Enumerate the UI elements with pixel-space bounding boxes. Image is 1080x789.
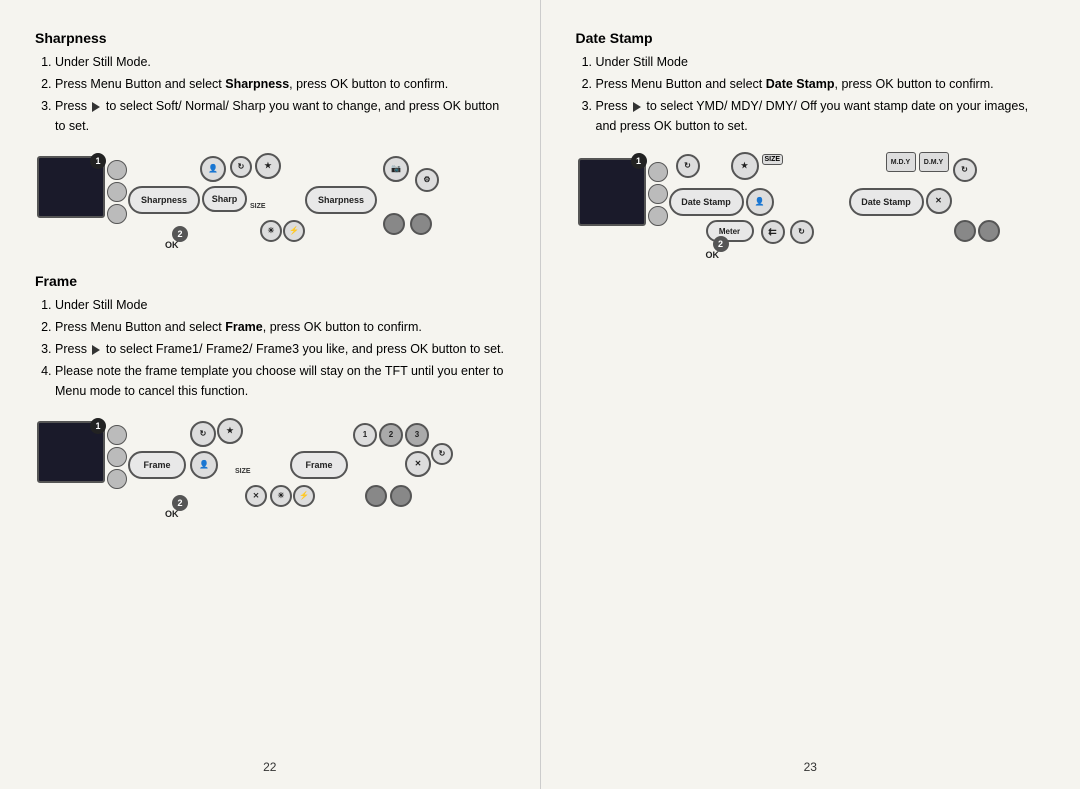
arrow-icon [92,102,100,112]
cam-icon-1 [107,160,127,180]
sun-icon: ☀ [260,220,282,242]
sharpness-title: Sharpness [35,30,505,46]
cam-icon-d3 [648,206,668,226]
x-icon-d: ✕ [926,188,952,214]
settings-icon: ⚙ [415,168,439,192]
star-icon: ★ [255,153,281,179]
date-step-1: Under Still Mode [596,52,1046,72]
date-stamp-diagram: 1 ↻ ★ SIZE Date Stamp 👤 Meter M.D.Y D.M. [576,148,1046,268]
cam-icon-3 [107,204,127,224]
size-label-1: SIZE [250,203,266,210]
rotate-icon-f: ↻ [190,421,216,447]
frame-section: Frame Under Still Mode Press Menu Button… [35,273,505,528]
meter-pill: Meter [706,220,754,242]
arrow-icon-d [633,102,641,112]
arrow-icon-d2: ⇇ [761,220,785,244]
frame-step-1: Under Still Mode [55,295,505,315]
arrow-icon-2 [92,345,100,355]
rotate-icon-d: ↻ [676,154,700,178]
person-icon-d: 👤 [746,188,774,216]
circle-d-1 [954,220,976,242]
flash-icon: ⚡ [283,220,305,242]
sun-icon-f: ☀ [270,485,292,507]
badge-d1: 1 [631,153,647,169]
ok-label-f: OK [165,509,179,519]
sharpness-step-3: Press to select Soft/ Normal/ Sharp you … [55,96,505,136]
frame-menu-pill-2: Frame [290,451,348,479]
sharpness-instructions: Under Still Mode. Press Menu Button and … [35,52,505,136]
date-step-2: Press Menu Button and select Date Stamp,… [596,74,1046,94]
frame-menu-pill: Frame [128,451,186,479]
cam-icon-f3 [107,469,127,489]
sharpness-menu-pill-2: Sharpness [305,186,377,214]
date-stamp-title: Date Stamp [576,30,1046,46]
badge-1: 1 [90,153,106,169]
dmy-badge: D.M.Y [919,152,949,172]
frame-diagram: 1 Frame ↻ ★ SIZE 👤 Frame 1 2 3 [35,413,505,528]
circle-f-1 [365,485,387,507]
frame1-icon: 1 [353,423,377,447]
sharpness-diagram: 1 Sharpness 👤 ↻ ★ Sharp SIZE Sharpness � [35,148,505,253]
star-icon-d: ★ [731,152,759,180]
mdy-badge: M.D.Y [886,152,916,172]
flash-icon-f: ⚡ [293,485,315,507]
date-stamp-section: Date Stamp Under Still Mode Press Menu B… [576,30,1046,268]
frame-step-3: Press to select Frame1/ Frame2/ Frame3 y… [55,339,505,359]
frame-title: Frame [35,273,505,289]
circle-icon-1 [383,213,405,235]
person-icon: 👤 [200,156,226,182]
rotate-icon-f2: ↻ [431,443,453,465]
sharp-pill: Sharp [202,186,247,212]
cam-icon-f2 [107,447,127,467]
size-label-f: SIZE [235,468,251,475]
x-icon-f: ✕ [405,451,431,477]
date-stamp-instructions: Under Still Mode Press Menu Button and s… [576,52,1046,136]
rotate-icon-d3: ↻ [790,220,814,244]
ok-label-1: OK [165,240,179,250]
dots-icon-f: ⨯ [245,485,267,507]
cam-icon-f1 [107,425,127,445]
sharpness-section: Sharpness Under Still Mode. Press Menu B… [35,30,505,253]
star-icon-f: ★ [217,418,243,444]
cam-icon-2 [107,182,127,202]
circle-f-2 [390,485,412,507]
date-stamp-pill-2: Date Stamp [849,188,924,216]
date-step-3: Press to select YMD/ MDY/ DMY/ Off you w… [596,96,1046,136]
date-stamp-pill: Date Stamp [669,188,744,216]
circle-icon-2 [410,213,432,235]
frame2-icon: 2 [379,423,403,447]
circle-d-2 [978,220,1000,242]
sharpness-step-2: Press Menu Button and select Sharpness, … [55,74,505,94]
sharpness-menu-pill: Sharpness [128,186,200,214]
page-left: Sharpness Under Still Mode. Press Menu B… [0,0,541,789]
page-right: Date Stamp Under Still Mode Press Menu B… [541,0,1080,789]
cam-icon-d1 [648,162,668,182]
book-spread: Sharpness Under Still Mode. Press Menu B… [0,0,1080,789]
sharpness-step-1: Under Still Mode. [55,52,505,72]
ok-label-d: OK [706,250,720,260]
person-icon-f: 👤 [190,451,218,479]
frame-step-2: Press Menu Button and select Frame, pres… [55,317,505,337]
cam-icon-d2 [648,184,668,204]
page-number-right: 23 [576,760,1046,774]
size-label-d: SIZE [762,154,784,165]
frame-step-4: Please note the frame template you choos… [55,361,505,401]
page-number-left: 22 [35,760,505,774]
rotate-icon: ↻ [230,156,252,178]
frame-instructions: Under Still Mode Press Menu Button and s… [35,295,505,401]
photo-icon-r: 📷 [383,156,409,182]
rotate-icon-d2: ↻ [953,158,977,182]
frame3-icon: 3 [405,423,429,447]
badge-f1: 1 [90,418,106,434]
